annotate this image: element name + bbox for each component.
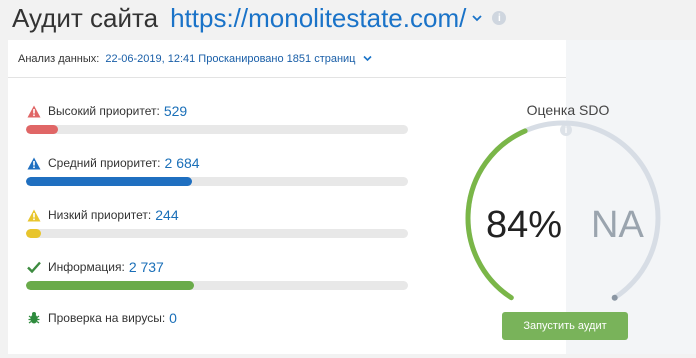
metric-label: Информация: — [48, 260, 125, 274]
progress-fill — [26, 177, 193, 186]
metric-label: Средний приоритет: — [48, 156, 161, 170]
metric-medium-priority: Средний приоритет: 2 684 — [26, 154, 408, 186]
progress-track — [26, 229, 408, 238]
checkmark-icon — [26, 259, 42, 275]
metric-label: Низкий приоритет: — [48, 208, 152, 222]
metric-value-link[interactable]: 529 — [164, 103, 187, 119]
progress-fill — [26, 281, 195, 290]
analysis-dropdown[interactable]: 22-06-2019, 12:41 Просканировано 1851 ст… — [105, 53, 355, 65]
metric-label: Проверка на вирусы: — [48, 311, 166, 325]
progress-fill — [26, 229, 42, 238]
chevron-down-icon[interactable] — [363, 55, 373, 62]
metric-label: Высокий приоритет: — [48, 104, 160, 118]
page-header: Аудит сайта https://monolitestate.com/ i — [12, 0, 507, 36]
progress-track — [26, 177, 408, 186]
audit-card: Анализ данных: 22-06-2019, 12:41 Проскан… — [8, 40, 696, 354]
page-title: Аудит сайта — [12, 2, 159, 33]
progress-track — [26, 125, 408, 134]
bug-icon — [26, 310, 42, 326]
metric-high-priority: Высокий приоритет: 529 — [26, 102, 408, 134]
analysis-label: Анализ данных: — [18, 52, 100, 65]
site-url-link[interactable]: https://monolitestate.com/ — [170, 3, 466, 34]
score-value: 84% — [486, 204, 563, 246]
gauge-end-dot — [611, 294, 618, 301]
warning-icon — [26, 155, 42, 171]
metric-value-link[interactable]: 0 — [169, 310, 177, 326]
info-icon[interactable]: i — [492, 11, 507, 25]
metric-virus-check: Проверка на вирусы: 0 — [26, 309, 408, 327]
analysis-bar: Анализ данных: 22-06-2019, 12:41 Проскан… — [8, 40, 566, 78]
progress-fill — [26, 125, 59, 134]
warning-icon — [26, 207, 42, 223]
metric-value-link[interactable]: 2 684 — [165, 155, 200, 171]
score-gauge — [465, 120, 661, 301]
chevron-down-icon[interactable] — [472, 14, 482, 22]
progress-track — [26, 281, 408, 290]
start-audit-button[interactable]: Запустить аудит — [502, 312, 628, 340]
metric-value-link[interactable]: 2 737 — [129, 259, 164, 275]
metric-value-link[interactable]: 244 — [155, 207, 178, 223]
score-na-value: NA — [591, 204, 644, 246]
metric-information: Информация: 2 737 — [26, 258, 408, 290]
warning-icon — [26, 103, 42, 119]
metric-low-priority: Низкий приоритет: 244 — [26, 206, 408, 238]
